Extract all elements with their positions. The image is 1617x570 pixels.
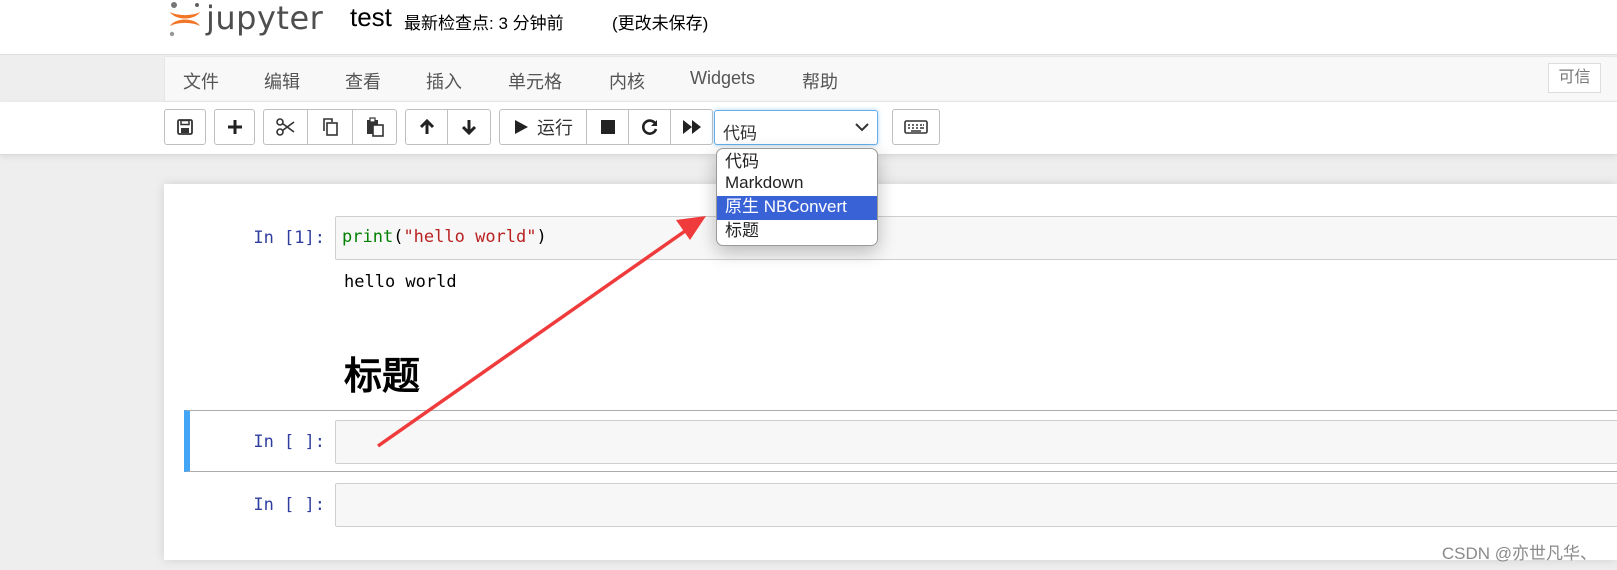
save-button[interactable] — [164, 109, 206, 145]
jupyter-logo-icon[interactable] — [168, 0, 204, 40]
cell-type-option-raw[interactable]: 原生 NBConvert — [717, 196, 877, 220]
autosave-status: (更改未保存) — [612, 14, 709, 33]
restart-kernel-button[interactable] — [629, 109, 671, 145]
code-cell-input[interactable] — [335, 483, 1617, 527]
notebook-title[interactable]: test — [350, 2, 392, 33]
menu-help[interactable]: 帮助 — [802, 68, 838, 94]
save-icon — [177, 119, 193, 135]
menu-insert[interactable]: 插入 — [426, 68, 462, 94]
menu-edit[interactable]: 编辑 — [264, 68, 300, 94]
menu-view[interactable]: 查看 — [345, 68, 381, 94]
code-cell-input[interactable]: print("hello world") — [335, 216, 1617, 260]
jupyter-logo-text[interactable]: jupyter — [206, 0, 323, 37]
cell-prompt: In [ ]: — [253, 495, 325, 515]
cut-button[interactable] — [263, 109, 308, 145]
paste-icon — [366, 117, 384, 137]
cell-prompt: In [1]: — [253, 228, 325, 248]
run-label: 运行 — [537, 118, 573, 138]
fast-forward-icon — [682, 120, 701, 134]
code-text: print("hello world") — [342, 227, 547, 247]
chevron-down-icon — [855, 123, 869, 132]
stop-icon — [600, 120, 615, 134]
cell-type-select[interactable]: 代码 — [714, 110, 878, 145]
restart-run-all-button[interactable] — [671, 109, 713, 145]
interrupt-button[interactable] — [587, 109, 629, 145]
markdown-heading[interactable]: 标题 — [344, 345, 420, 400]
notebook-header: jupyter test 最新检查点: 3 分钟前 (更改未保存) — [0, 0, 1617, 55]
copy-icon — [323, 118, 338, 136]
menu-widgets[interactable]: Widgets — [690, 68, 755, 89]
trusted-indicator[interactable]: 可信 — [1548, 63, 1601, 93]
cell-type-option-heading[interactable]: 标题 — [717, 220, 877, 244]
run-button[interactable]: 运行 — [499, 109, 587, 145]
cell-type-value: 代码 — [723, 124, 757, 143]
restart-icon — [641, 119, 657, 135]
command-palette-button[interactable] — [892, 109, 940, 145]
cell-type-option-markdown[interactable]: Markdown — [717, 172, 877, 196]
menu-kernel[interactable]: 内核 — [609, 68, 645, 94]
move-up-button[interactable] — [405, 109, 448, 145]
scissors-icon — [275, 118, 294, 136]
code-cell-input[interactable] — [335, 420, 1617, 464]
arrow-up-icon — [419, 118, 434, 134]
menu-cell[interactable]: 单元格 — [508, 68, 562, 94]
menu-bar: 文件 编辑 查看 插入 单元格 内核 Widgets 帮助 可信 — [164, 56, 1617, 102]
paste-button[interactable] — [353, 109, 397, 145]
menu-file[interactable]: 文件 — [183, 68, 219, 94]
watermark: CSDN @亦世凡华、 — [1441, 544, 1597, 563]
play-icon — [515, 120, 528, 134]
cell-output: hello world — [344, 272, 457, 292]
move-down-button[interactable] — [448, 109, 491, 145]
copy-button[interactable] — [308, 109, 353, 145]
insert-cell-button[interactable] — [214, 109, 255, 145]
cell-prompt: In [ ]: — [253, 432, 325, 452]
keyboard-icon — [904, 120, 928, 134]
plus-icon — [227, 120, 242, 134]
cell-type-dropdown: 代码 Markdown 原生 NBConvert 标题 — [716, 148, 878, 246]
arrow-down-icon — [461, 120, 477, 136]
checkpoint-status: 最新检查点: 3 分钟前 — [404, 14, 564, 33]
